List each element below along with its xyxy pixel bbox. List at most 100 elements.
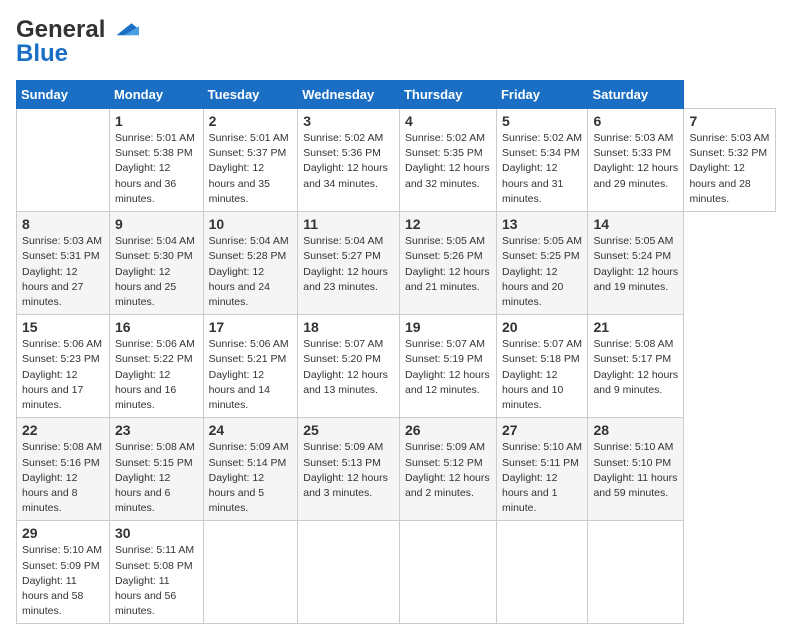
calendar-cell: 7 Sunrise: 5:03 AMSunset: 5:32 PMDayligh… bbox=[684, 109, 776, 212]
day-number: 22 bbox=[22, 422, 104, 438]
day-number: 5 bbox=[502, 113, 582, 129]
day-info: Sunrise: 5:09 AMSunset: 5:12 PMDaylight:… bbox=[405, 441, 490, 499]
day-info: Sunrise: 5:02 AMSunset: 5:34 PMDaylight:… bbox=[502, 132, 582, 205]
day-info: Sunrise: 5:01 AMSunset: 5:38 PMDaylight:… bbox=[115, 132, 195, 205]
day-info: Sunrise: 5:06 AMSunset: 5:22 PMDaylight:… bbox=[115, 338, 195, 411]
day-number: 1 bbox=[115, 113, 198, 129]
calendar-cell: 17 Sunrise: 5:06 AMSunset: 5:21 PMDaylig… bbox=[203, 315, 298, 418]
calendar-cell: 22 Sunrise: 5:08 AMSunset: 5:16 PMDaylig… bbox=[17, 418, 110, 521]
calendar-cell: 26 Sunrise: 5:09 AMSunset: 5:12 PMDaylig… bbox=[399, 418, 496, 521]
calendar-cell: 30 Sunrise: 5:11 AMSunset: 5:08 PMDaylig… bbox=[109, 521, 203, 624]
day-number: 23 bbox=[115, 422, 198, 438]
calendar-cell: 4 Sunrise: 5:02 AMSunset: 5:35 PMDayligh… bbox=[399, 109, 496, 212]
calendar-cell bbox=[588, 521, 684, 624]
calendar-cell: 13 Sunrise: 5:05 AMSunset: 5:25 PMDaylig… bbox=[496, 212, 587, 315]
day-info: Sunrise: 5:08 AMSunset: 5:15 PMDaylight:… bbox=[115, 441, 195, 514]
day-number: 20 bbox=[502, 319, 582, 335]
calendar-cell: 18 Sunrise: 5:07 AMSunset: 5:20 PMDaylig… bbox=[298, 315, 400, 418]
day-number: 4 bbox=[405, 113, 491, 129]
calendar-cell: 6 Sunrise: 5:03 AMSunset: 5:33 PMDayligh… bbox=[588, 109, 684, 212]
weekday-header: Friday bbox=[496, 81, 587, 109]
day-info: Sunrise: 5:01 AMSunset: 5:37 PMDaylight:… bbox=[209, 132, 289, 205]
calendar-cell: 28 Sunrise: 5:10 AMSunset: 5:10 PMDaylig… bbox=[588, 418, 684, 521]
day-info: Sunrise: 5:04 AMSunset: 5:28 PMDaylight:… bbox=[209, 235, 289, 308]
day-info: Sunrise: 5:11 AMSunset: 5:08 PMDaylight:… bbox=[115, 544, 194, 617]
day-info: Sunrise: 5:09 AMSunset: 5:14 PMDaylight:… bbox=[209, 441, 289, 514]
day-info: Sunrise: 5:10 AMSunset: 5:09 PMDaylight:… bbox=[22, 544, 102, 617]
calendar-cell: 3 Sunrise: 5:02 AMSunset: 5:36 PMDayligh… bbox=[298, 109, 400, 212]
day-number: 14 bbox=[593, 216, 678, 232]
calendar-cell: 15 Sunrise: 5:06 AMSunset: 5:23 PMDaylig… bbox=[17, 315, 110, 418]
day-number: 11 bbox=[303, 216, 394, 232]
logo-icon bbox=[109, 21, 139, 39]
calendar-table: SundayMondayTuesdayWednesdayThursdayFrid… bbox=[16, 80, 776, 624]
day-info: Sunrise: 5:06 AMSunset: 5:23 PMDaylight:… bbox=[22, 338, 102, 411]
day-info: Sunrise: 5:03 AMSunset: 5:33 PMDaylight:… bbox=[593, 132, 678, 190]
day-info: Sunrise: 5:07 AMSunset: 5:18 PMDaylight:… bbox=[502, 338, 582, 411]
day-info: Sunrise: 5:04 AMSunset: 5:30 PMDaylight:… bbox=[115, 235, 195, 308]
calendar-cell: 23 Sunrise: 5:08 AMSunset: 5:15 PMDaylig… bbox=[109, 418, 203, 521]
calendar-cell: 29 Sunrise: 5:10 AMSunset: 5:09 PMDaylig… bbox=[17, 521, 110, 624]
day-number: 17 bbox=[209, 319, 293, 335]
calendar-cell: 11 Sunrise: 5:04 AMSunset: 5:27 PMDaylig… bbox=[298, 212, 400, 315]
calendar-cell: 25 Sunrise: 5:09 AMSunset: 5:13 PMDaylig… bbox=[298, 418, 400, 521]
day-number: 24 bbox=[209, 422, 293, 438]
day-number: 28 bbox=[593, 422, 678, 438]
calendar-cell: 10 Sunrise: 5:04 AMSunset: 5:28 PMDaylig… bbox=[203, 212, 298, 315]
day-number: 2 bbox=[209, 113, 293, 129]
day-number: 9 bbox=[115, 216, 198, 232]
calendar-cell: 21 Sunrise: 5:08 AMSunset: 5:17 PMDaylig… bbox=[588, 315, 684, 418]
calendar-cell: 12 Sunrise: 5:05 AMSunset: 5:26 PMDaylig… bbox=[399, 212, 496, 315]
logo: General Blue bbox=[16, 16, 139, 68]
day-number: 15 bbox=[22, 319, 104, 335]
day-number: 19 bbox=[405, 319, 491, 335]
calendar-cell bbox=[496, 521, 587, 624]
day-info: Sunrise: 5:10 AMSunset: 5:10 PMDaylight:… bbox=[593, 441, 677, 499]
day-number: 18 bbox=[303, 319, 394, 335]
day-info: Sunrise: 5:05 AMSunset: 5:24 PMDaylight:… bbox=[593, 235, 678, 293]
calendar-cell bbox=[17, 109, 110, 212]
day-info: Sunrise: 5:09 AMSunset: 5:13 PMDaylight:… bbox=[303, 441, 388, 499]
day-number: 25 bbox=[303, 422, 394, 438]
calendar-cell bbox=[399, 521, 496, 624]
day-number: 30 bbox=[115, 525, 198, 541]
calendar-cell: 2 Sunrise: 5:01 AMSunset: 5:37 PMDayligh… bbox=[203, 109, 298, 212]
day-info: Sunrise: 5:07 AMSunset: 5:19 PMDaylight:… bbox=[405, 338, 490, 396]
calendar-cell: 9 Sunrise: 5:04 AMSunset: 5:30 PMDayligh… bbox=[109, 212, 203, 315]
calendar-cell: 19 Sunrise: 5:07 AMSunset: 5:19 PMDaylig… bbox=[399, 315, 496, 418]
day-number: 16 bbox=[115, 319, 198, 335]
calendar-cell: 27 Sunrise: 5:10 AMSunset: 5:11 PMDaylig… bbox=[496, 418, 587, 521]
day-info: Sunrise: 5:06 AMSunset: 5:21 PMDaylight:… bbox=[209, 338, 289, 411]
weekday-header: Thursday bbox=[399, 81, 496, 109]
page-header: General Blue bbox=[16, 16, 776, 68]
day-info: Sunrise: 5:05 AMSunset: 5:25 PMDaylight:… bbox=[502, 235, 582, 308]
day-info: Sunrise: 5:04 AMSunset: 5:27 PMDaylight:… bbox=[303, 235, 388, 293]
calendar-cell bbox=[203, 521, 298, 624]
day-number: 21 bbox=[593, 319, 678, 335]
calendar-cell: 16 Sunrise: 5:06 AMSunset: 5:22 PMDaylig… bbox=[109, 315, 203, 418]
day-number: 12 bbox=[405, 216, 491, 232]
calendar-cell: 5 Sunrise: 5:02 AMSunset: 5:34 PMDayligh… bbox=[496, 109, 587, 212]
day-number: 10 bbox=[209, 216, 293, 232]
day-info: Sunrise: 5:03 AMSunset: 5:31 PMDaylight:… bbox=[22, 235, 102, 308]
day-info: Sunrise: 5:03 AMSunset: 5:32 PMDaylight:… bbox=[689, 132, 769, 205]
day-info: Sunrise: 5:02 AMSunset: 5:35 PMDaylight:… bbox=[405, 132, 490, 190]
calendar-cell: 1 Sunrise: 5:01 AMSunset: 5:38 PMDayligh… bbox=[109, 109, 203, 212]
calendar-cell: 14 Sunrise: 5:05 AMSunset: 5:24 PMDaylig… bbox=[588, 212, 684, 315]
day-info: Sunrise: 5:02 AMSunset: 5:36 PMDaylight:… bbox=[303, 132, 388, 190]
day-number: 6 bbox=[593, 113, 678, 129]
weekday-header: Monday bbox=[109, 81, 203, 109]
weekday-header: Tuesday bbox=[203, 81, 298, 109]
day-info: Sunrise: 5:08 AMSunset: 5:16 PMDaylight:… bbox=[22, 441, 102, 514]
day-info: Sunrise: 5:05 AMSunset: 5:26 PMDaylight:… bbox=[405, 235, 490, 293]
weekday-header: Saturday bbox=[588, 81, 684, 109]
day-info: Sunrise: 5:07 AMSunset: 5:20 PMDaylight:… bbox=[303, 338, 388, 396]
day-info: Sunrise: 5:08 AMSunset: 5:17 PMDaylight:… bbox=[593, 338, 678, 396]
calendar-cell bbox=[298, 521, 400, 624]
weekday-header: Sunday bbox=[17, 81, 110, 109]
logo-blue: Blue bbox=[16, 40, 68, 68]
day-number: 13 bbox=[502, 216, 582, 232]
weekday-header: Wednesday bbox=[298, 81, 400, 109]
calendar-cell: 20 Sunrise: 5:07 AMSunset: 5:18 PMDaylig… bbox=[496, 315, 587, 418]
day-info: Sunrise: 5:10 AMSunset: 5:11 PMDaylight:… bbox=[502, 441, 582, 514]
